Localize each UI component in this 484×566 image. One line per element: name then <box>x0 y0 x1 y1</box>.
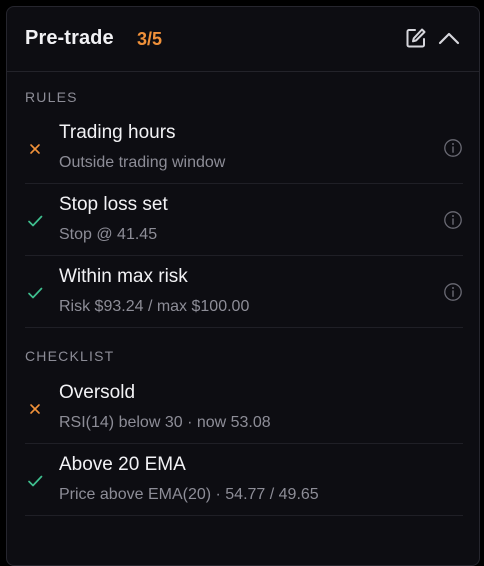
pass-check-icon <box>28 287 43 299</box>
rule-item-trading-hours: Trading hours Outside trading window <box>7 112 479 184</box>
edit-icon <box>406 28 426 48</box>
rule-detail: Outside trading window <box>59 154 226 171</box>
row-divider <box>25 515 463 516</box>
rules-section-label: RULES <box>25 89 78 105</box>
checklist-item-above-ema: Above 20 EMA Price above EMA(20) · 54.77… <box>7 444 479 516</box>
rule-detail: Risk $93.24 / max $100.00 <box>59 298 250 315</box>
info-icon[interactable] <box>443 282 463 302</box>
fail-x-icon <box>30 144 40 154</box>
rule-item-stop-loss: Stop loss set Stop @ 41.45 <box>7 184 479 256</box>
info-icon[interactable] <box>443 138 463 158</box>
row-divider <box>25 327 463 328</box>
chevron-up-icon <box>438 32 460 45</box>
checklist-item-oversold: Oversold RSI(14) below 30 · now 53.08 <box>7 372 479 444</box>
collapse-button[interactable] <box>437 27 461 49</box>
rule-name: Within max risk <box>59 266 188 287</box>
fail-x-icon <box>30 404 40 414</box>
checklist-section-label: CHECKLIST <box>25 348 115 364</box>
edit-button[interactable] <box>405 27 427 49</box>
pass-check-icon <box>28 475 43 487</box>
checklist-detail: Price above EMA(20) · 54.77 / 49.65 <box>59 486 319 503</box>
rule-detail: Stop @ 41.45 <box>59 226 158 243</box>
checklist-name: Above 20 EMA <box>59 454 186 475</box>
rule-name: Trading hours <box>59 122 176 143</box>
checklist-detail: RSI(14) below 30 · now 53.08 <box>59 414 271 431</box>
rule-name: Stop loss set <box>59 194 168 215</box>
panel-header: Pre-trade 3/5 <box>7 7 479 72</box>
pre-trade-panel: Pre-trade 3/5 RULES Trading hours Outsid… <box>6 6 480 566</box>
pass-count-badge: 3/5 <box>137 29 163 49</box>
checklist-name: Oversold <box>59 382 136 403</box>
panel-title: Pre-trade <box>25 27 114 49</box>
rule-item-max-risk: Within max risk Risk $93.24 / max $100.0… <box>7 256 479 328</box>
pass-check-icon <box>28 215 43 227</box>
info-icon[interactable] <box>443 210 463 230</box>
